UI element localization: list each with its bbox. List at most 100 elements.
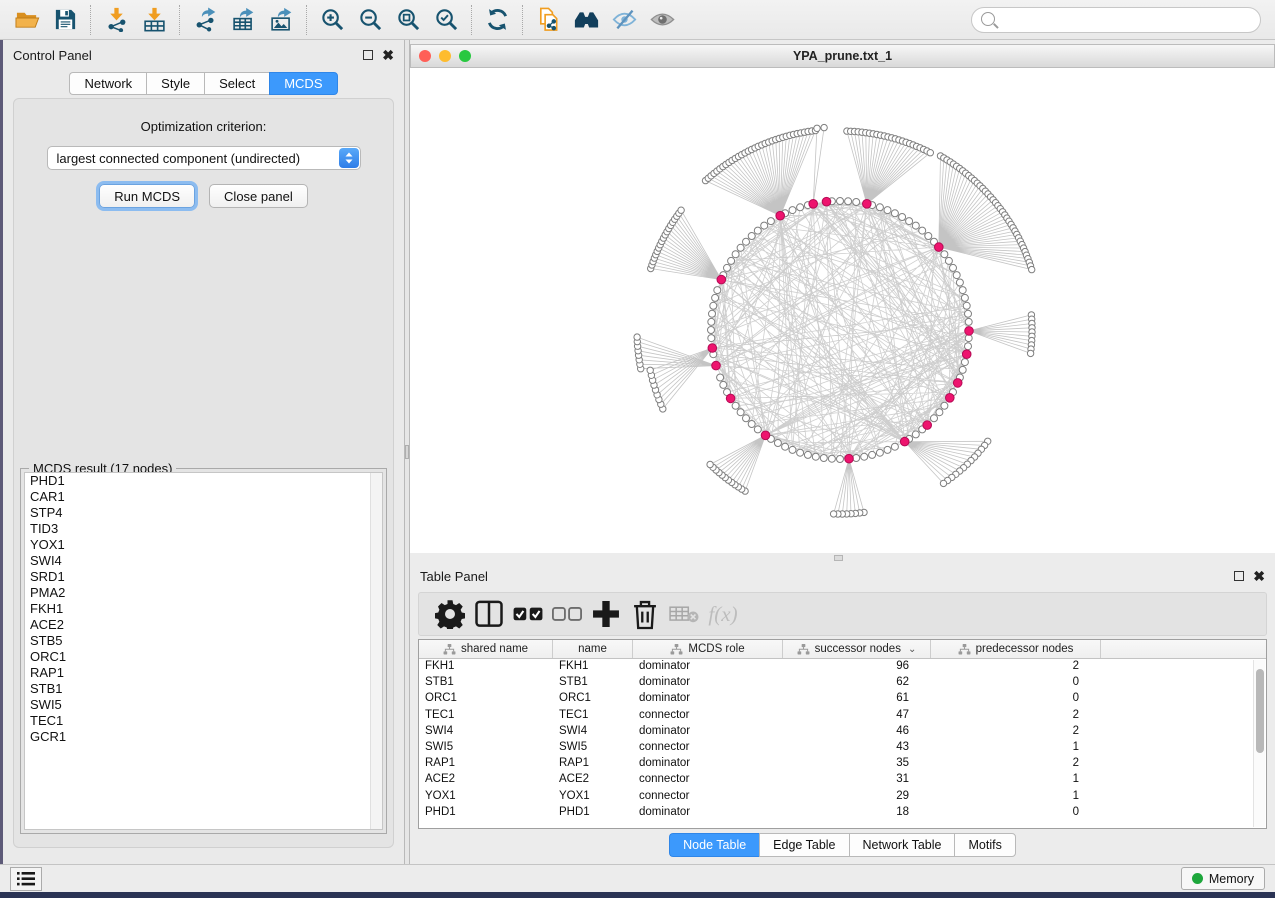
hide-selected-eye-slash-icon[interactable] [605,3,643,37]
table-cell[interactable]: SWI4 [553,724,633,740]
mcds-list-scrollbar[interactable] [370,473,382,829]
table-cell[interactable]: dominator [633,805,783,821]
table-cell[interactable]: 47 [783,708,931,724]
table-cell[interactable]: SWI5 [553,740,633,756]
table-cell[interactable]: TEC1 [419,708,553,724]
network-satellite-node[interactable] [940,480,946,486]
network-node[interactable] [804,451,811,458]
mcds-result-item[interactable]: STP4 [25,505,382,521]
mcds-result-item[interactable]: STB5 [25,633,382,649]
network-satellite-node[interactable] [634,334,640,340]
mcds-result-item[interactable]: PHD1 [25,473,382,489]
table-cell[interactable]: 18 [783,805,931,821]
table-cell[interactable]: ACE2 [553,772,633,788]
network-node[interactable] [961,359,968,366]
network-node[interactable] [709,310,716,317]
network-node[interactable] [797,204,804,211]
network-node[interactable] [965,318,972,325]
network-dominator-node[interactable] [923,421,932,430]
network-node[interactable] [936,409,943,416]
mcds-result-item[interactable]: SRD1 [25,569,382,585]
table-row[interactable]: SWI4SWI4dominator462 [419,724,1266,740]
zoom-out-icon[interactable] [351,3,389,37]
table-scrollbar[interactable] [1253,660,1265,827]
network-node[interactable] [953,272,960,279]
network-node[interactable] [828,455,835,462]
export-network-icon[interactable] [186,3,224,37]
network-node[interactable] [891,443,898,450]
table-cell[interactable]: 2 [931,708,1101,724]
network-node[interactable] [782,443,789,450]
mcds-result-item[interactable]: FKH1 [25,601,382,617]
network-node[interactable] [712,294,719,301]
network-node[interactable] [743,415,750,422]
network-dominator-node[interactable] [845,454,854,463]
mcds-result-item[interactable]: GCR1 [25,729,382,745]
table-cell[interactable]: connector [633,740,783,756]
network-node[interactable] [884,446,891,453]
network-node[interactable] [761,222,768,229]
table-row[interactable]: ORC1ORC1dominator610 [419,691,1266,707]
network-node[interactable] [797,449,804,456]
network-dominator-node[interactable] [965,327,974,336]
network-satellite-node[interactable] [678,207,684,213]
column-header-MCDS-role[interactable]: MCDS role [633,640,783,658]
table-row[interactable]: SWI5SWI5connector431 [419,740,1266,756]
network-node[interactable] [724,264,731,271]
table-cell[interactable]: TEC1 [553,708,633,724]
mcds-result-item[interactable]: ORC1 [25,649,382,665]
network-satellite-node[interactable] [927,150,933,156]
column-header-name[interactable]: name [553,640,633,658]
network-dominator-node[interactable] [900,437,909,446]
mcds-result-item[interactable]: STB1 [25,681,382,697]
network-dominator-node[interactable] [809,200,818,209]
import-table-icon[interactable] [135,3,173,37]
network-node[interactable] [925,233,932,240]
mcds-result-item[interactable]: ACE2 [25,617,382,633]
run-mcds-button[interactable]: Run MCDS [99,184,195,208]
table-cell[interactable]: 61 [783,691,931,707]
table-cell[interactable]: dominator [633,724,783,740]
optimization-criterion-select[interactable]: largest connected component (undirected) [47,146,361,170]
horizontal-splitter[interactable] [410,553,1275,563]
mcds-result-item[interactable]: YOX1 [25,537,382,553]
table-cell[interactable]: 0 [931,691,1101,707]
network-node[interactable] [845,198,852,205]
table-cell[interactable]: SWI4 [419,724,553,740]
table-cell[interactable]: 1 [931,740,1101,756]
network-node[interactable] [931,415,938,422]
column-header-shared-name[interactable]: shared name [419,640,553,658]
table-row[interactable]: STB1STB1dominator620 [419,675,1266,691]
table-cell[interactable]: ORC1 [419,691,553,707]
network-node[interactable] [743,238,750,245]
mcds-result-item[interactable]: CAR1 [25,489,382,505]
table-row[interactable]: PHD1PHD1dominator180 [419,805,1266,821]
network-node[interactable] [912,431,919,438]
network-node[interactable] [767,218,774,225]
table-cell[interactable]: RAP1 [553,756,633,772]
network-dominator-node[interactable] [776,211,785,220]
network-node[interactable] [919,227,926,234]
network-node[interactable] [884,207,891,214]
zoom-selected-icon[interactable] [427,3,465,37]
table-cell[interactable]: STB1 [553,675,633,691]
task-history-list-button[interactable] [10,867,42,891]
splitter-handle[interactable] [834,555,843,561]
network-dominator-node[interactable] [822,197,831,206]
mcds-result-item[interactable]: TID3 [25,521,382,537]
network-dominator-node[interactable] [761,431,770,440]
unselect-all-columns-icon[interactable] [552,599,582,629]
network-node[interactable] [717,374,724,381]
mcds-result-item[interactable]: TEC1 [25,713,382,729]
table-cell[interactable]: 0 [931,675,1101,691]
delete-column-icon[interactable] [630,599,660,629]
network-dominator-node[interactable] [708,344,717,353]
network-node[interactable] [820,455,827,462]
network-node[interactable] [732,402,739,409]
network-node[interactable] [732,251,739,258]
network-satellite-node[interactable] [814,125,820,131]
table-cell[interactable]: ACE2 [419,772,553,788]
float-panel-icon[interactable] [1234,571,1244,581]
mcds-result-item[interactable]: PMA2 [25,585,382,601]
table-settings-gear-icon[interactable] [435,599,465,629]
